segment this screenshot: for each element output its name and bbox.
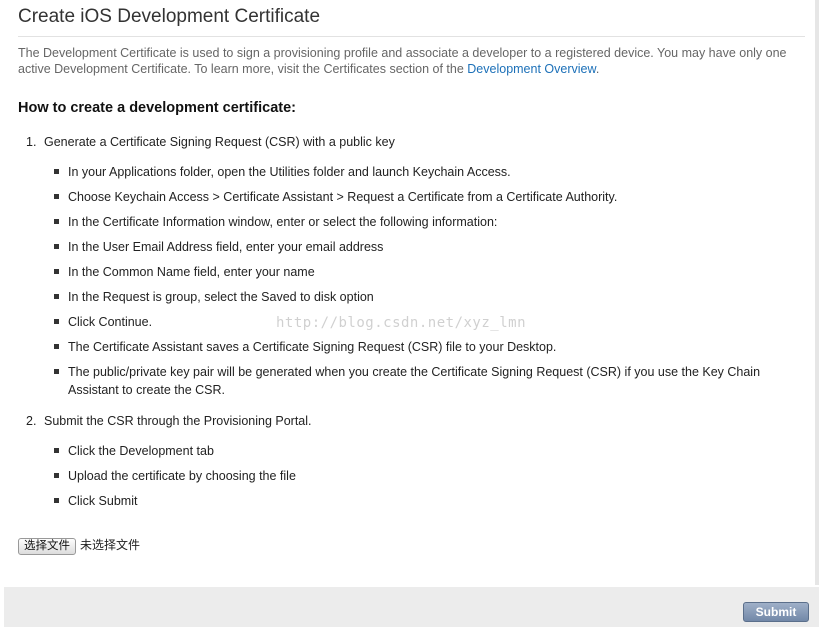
list-item: In the Common Name field, enter your nam… — [54, 263, 799, 281]
bullet-icon — [54, 369, 59, 374]
bullet-icon — [54, 294, 59, 299]
file-status: 未选择文件 — [80, 538, 141, 552]
bullet-icon — [54, 344, 59, 349]
page-title: Create iOS Development Certificate — [18, 6, 321, 27]
bullet-icon — [54, 169, 59, 174]
file-upload: 选择文件 未选择文件 — [18, 536, 140, 555]
bullet-icon — [54, 269, 59, 274]
intro-text: The Development Certificate is used to s… — [18, 46, 787, 76]
submit-button[interactable]: Submit — [743, 602, 809, 622]
scrollbar-track[interactable] — [815, 0, 819, 585]
bullet-icon — [54, 219, 59, 224]
choose-file-button[interactable]: 选择文件 — [18, 538, 76, 555]
list-item: The Certificate Assistant saves a Certif… — [54, 338, 799, 356]
list-item: In the Certificate Information window, e… — [54, 213, 799, 231]
intro-paragraph: The Development Certificate is used to s… — [18, 46, 808, 77]
list-item: In the Request is group, select the Save… — [54, 288, 799, 306]
step-number: 1. — [26, 135, 37, 149]
section-heading: How to create a development certificate: — [18, 100, 296, 116]
step-2: 2. Submit the CSR through the Provisionin… — [26, 414, 312, 428]
bullet-icon — [54, 498, 59, 503]
list-item: Upload the certificate by choosing the f… — [54, 467, 799, 485]
footer-bar — [4, 587, 819, 627]
intro-end: . — [595, 61, 600, 76]
list-item: In your Applications folder, open the Ut… — [54, 163, 799, 181]
list-item: Choose Keychain Access > Certificate Ass… — [54, 188, 799, 206]
list-item: Click Submit — [54, 492, 799, 510]
list-item: Click the Development tab — [54, 442, 799, 460]
title-divider — [18, 36, 805, 37]
watermark: http://blog.csdn.net/xyz_lmn — [276, 315, 527, 331]
step-1: 1. Generate a Certificate Signing Request… — [26, 135, 395, 149]
bullet-icon — [54, 319, 59, 324]
step-number: 2. — [26, 414, 37, 428]
bullet-icon — [54, 244, 59, 249]
bullet-icon — [54, 194, 59, 199]
development-overview-link[interactable]: Development Overview — [467, 62, 596, 76]
bullet-icon — [54, 448, 59, 453]
step-label: Generate a Certificate Signing Request (… — [44, 135, 395, 149]
list-item: The public/private key pair will be gene… — [54, 363, 799, 399]
bullet-icon — [54, 473, 59, 478]
list-item: In the User Email Address field, enter y… — [54, 238, 799, 256]
step-label: Submit the CSR through the Provisioning … — [44, 414, 312, 428]
